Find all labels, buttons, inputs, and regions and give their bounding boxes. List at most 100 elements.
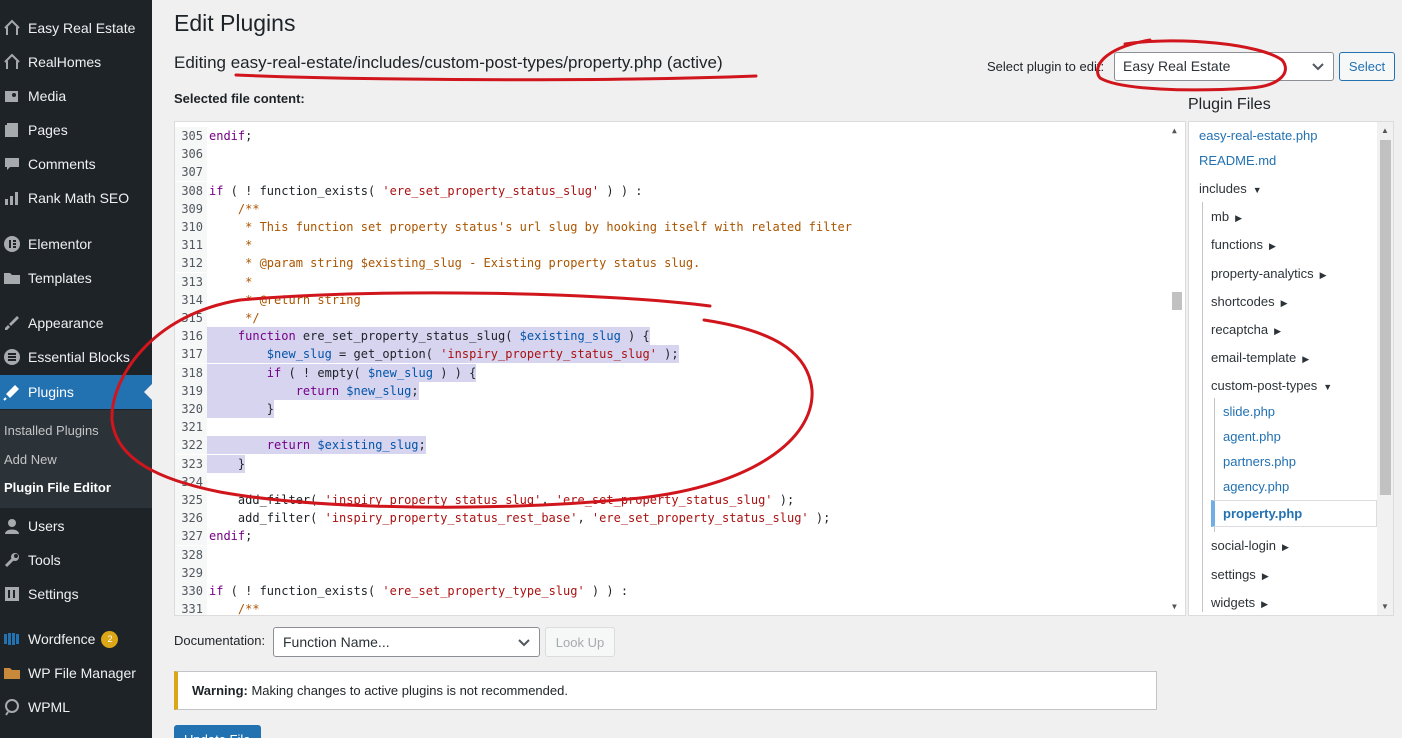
menu-item-media[interactable]: Media [0,79,152,113]
tree-folder[interactable]: custom-post-types ▼ [1211,378,1332,393]
line-code: return $new_slug; [207,381,419,400]
code-line[interactable]: 315 */ [175,309,1170,327]
code-line[interactable]: 314 * @return string [175,290,1170,309]
code-line[interactable]: 312 * @param string $existing_slug - Exi… [175,254,1170,273]
code-line[interactable]: 316 function ere_set_property_status_slu… [175,327,1170,346]
tree-folder[interactable]: includes ▼ [1199,181,1262,196]
tree-item-label: email-template [1211,350,1297,365]
menu-item-plugins[interactable]: Plugins [0,375,152,409]
code-line[interactable]: 322 return $existing_slug; [175,436,1170,455]
code-editor[interactable]: 305 endif; 306 307 308 if ( ! function_exists… [174,121,1186,616]
line-code: * @param string $existing_slug - Existin… [209,256,701,271]
code-line[interactable]: 320 } [175,400,1170,418]
menu-item-settings[interactable]: Settings [0,577,152,611]
tree-file[interactable]: partners.php [1223,454,1296,469]
menu-item-essential-blocks[interactable]: Essential Blocks [0,340,152,374]
line-code: */ [209,311,260,325]
code-line[interactable]: 306 [175,145,1170,164]
tree-file[interactable]: easy-real-estate.php [1199,128,1318,143]
scroll-up-icon[interactable]: ▲ [1381,126,1389,135]
tree-file[interactable]: agency.php [1223,479,1289,494]
menu-item-comments[interactable]: Comments [0,147,152,181]
code-line[interactable]: 328 [175,545,1170,564]
code-line[interactable]: 326 add_filter( 'inspiry_property_status… [175,509,1170,528]
menu-item-elementor[interactable]: Elementor [0,227,152,261]
scroll-down-icon[interactable]: ▼ [1381,602,1389,611]
tree-folder[interactable]: shortcodes ▶ [1211,294,1288,309]
code-line[interactable]: 305 endif; [175,127,1170,145]
submenu-add-new[interactable]: Add New [4,452,57,467]
tree-folder[interactable]: functions ▶ [1211,237,1276,252]
code-line[interactable]: 311 * [175,236,1170,255]
code-line[interactable]: 324 [175,472,1170,491]
code-line[interactable]: 331 /** [175,600,1170,615]
code-line[interactable]: 309 /** [175,199,1170,218]
tree-folder[interactable]: social-login ▶ [1211,538,1289,553]
tree-file[interactable]: README.md [1199,153,1276,168]
menu-item-wordfence[interactable]: Wordfence 2 [0,622,152,656]
update-file-button[interactable]: Update File [174,725,261,738]
menu-item-pages[interactable]: Pages [0,113,152,147]
tree-item-label: shortcodes [1211,294,1275,309]
code-line[interactable]: 325 add_filter( 'inspiry_property_status… [175,491,1170,509]
plugin-select[interactable]: Easy Real Estate [1114,52,1334,81]
tree-folder[interactable]: settings ▶ [1211,567,1269,582]
warning-label: Warning: [192,683,248,698]
editor-scrollbar[interactable]: ▲ ▼ [1169,122,1185,615]
house-icon [2,52,22,72]
folder-icon [2,268,22,288]
files-scrollbar[interactable]: ▲ ▼ [1377,122,1393,615]
menu-item-appearance[interactable]: Appearance [0,306,152,340]
code-line[interactable]: 321 [175,418,1170,437]
menu-item-templates[interactable]: Templates [0,261,152,295]
code-line[interactable]: 329 [175,563,1170,582]
scroll-thumb[interactable] [1172,292,1182,310]
tree-file-current[interactable]: property.php [1211,500,1377,527]
line-number: 324 [175,472,207,491]
code-line[interactable]: 318 if ( ! empty( $new_slug ) ) { [175,363,1170,382]
admin-sidebar: Easy Real Estate RealHomes Media Pages C… [0,0,152,738]
scroll-thumb[interactable] [1380,140,1391,495]
tree-folder[interactable]: recaptcha ▶ [1211,322,1281,337]
filemanager-icon [2,663,22,683]
tree-folder[interactable]: email-template ▶ [1211,350,1309,365]
select-plugin-button[interactable]: Select [1339,52,1395,81]
line-number: 314 [175,290,207,309]
line-number: 327 [175,527,207,546]
line-number: 307 [175,163,207,182]
menu-item-tools[interactable]: Tools [0,543,152,577]
tree-folder[interactable]: property-analytics ▶ [1211,266,1327,281]
tree-folder[interactable]: mb ▶ [1211,209,1242,224]
code-line[interactable]: 317 $new_slug = get_option( 'inspiry_pro… [175,345,1170,364]
tree-item-label: recaptcha [1211,322,1269,337]
look-up-button[interactable]: Look Up [545,627,615,657]
menu-item-easy-real-estate[interactable]: Easy Real Estate [0,11,152,45]
plugin-select-value: Easy Real Estate [1123,58,1231,74]
line-code: } [207,400,275,418]
menu-item-wp-file-manager[interactable]: WP File Manager [0,656,152,690]
tree-file[interactable]: slide.php [1223,404,1275,419]
submenu-installed-plugins[interactable]: Installed Plugins [4,423,99,438]
code-line[interactable]: 319 return $new_slug; [175,381,1170,400]
line-code: endif; [209,129,253,143]
menu-item-users[interactable]: Users [0,509,152,543]
code-line[interactable]: 310 * This function set property status'… [175,218,1170,236]
menu-label: Rank Math SEO [28,190,130,206]
code-line[interactable]: 307 [175,163,1170,182]
submenu-plugin-file-editor[interactable]: Plugin File Editor [4,480,111,495]
tree-folder[interactable]: widgets ▶ [1211,595,1268,610]
tree-file[interactable]: agent.php [1223,429,1281,444]
line-number: 320 [175,400,207,418]
code-line[interactable]: 323 } [175,454,1170,473]
scroll-up-icon[interactable]: ▲ [1172,126,1177,135]
tree-item-label: mb [1211,209,1230,224]
scroll-down-icon[interactable]: ▼ [1172,602,1177,611]
menu-item-rank-math-seo[interactable]: Rank Math SEO [0,181,152,215]
documentation-select[interactable]: Function Name... [273,627,540,657]
code-line[interactable]: 327 endif; [175,527,1170,546]
code-line[interactable]: 313 * [175,272,1170,291]
menu-item-wpml[interactable]: WPML [0,690,152,724]
menu-item-realhomes[interactable]: RealHomes [0,45,152,79]
code-line[interactable]: 308 if ( ! function_exists( 'ere_set_prop… [175,181,1170,200]
code-line[interactable]: 330 if ( ! function_exists( 'ere_set_prop… [175,582,1170,600]
